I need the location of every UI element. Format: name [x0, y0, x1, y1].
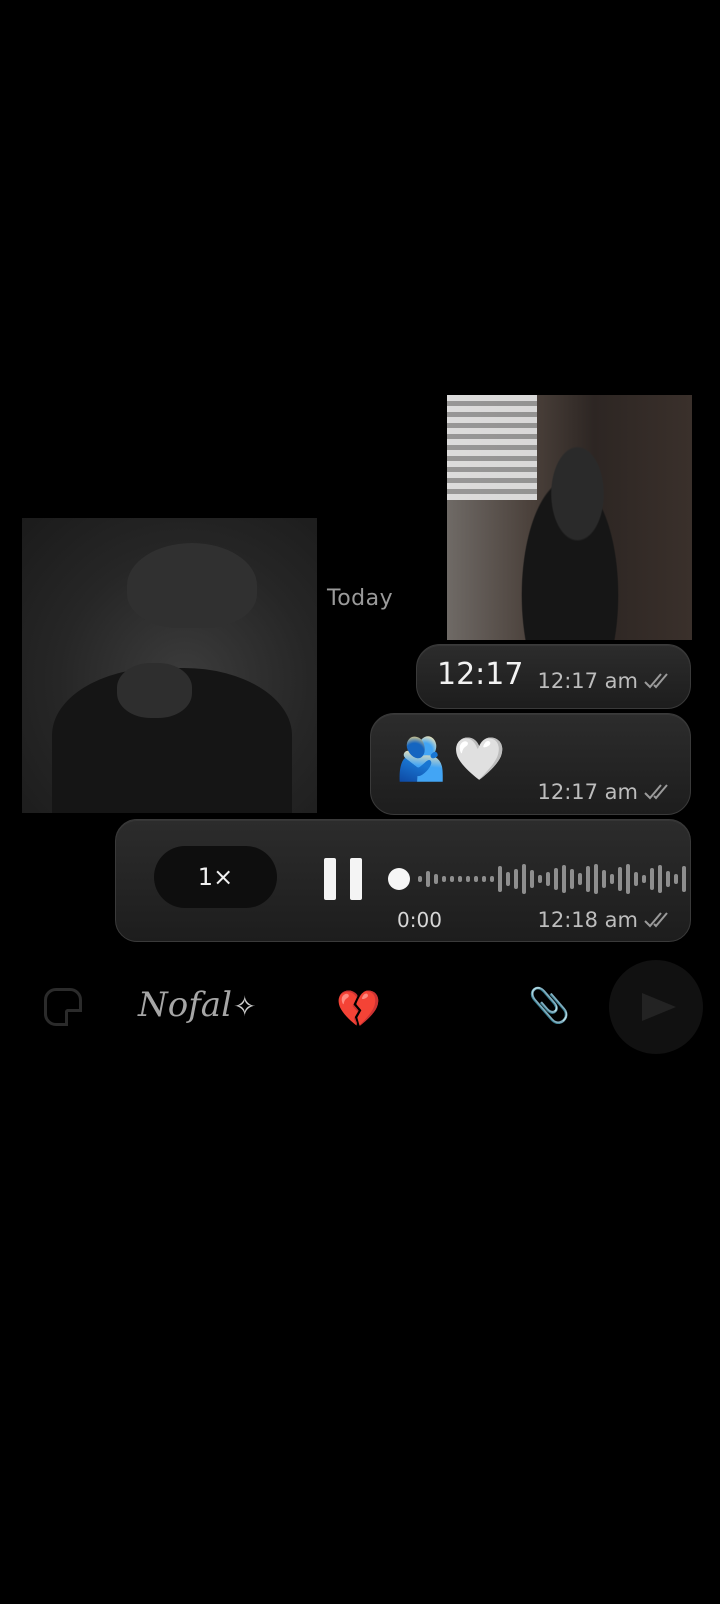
waveform-bar [506, 872, 510, 886]
waveform-bar [666, 871, 670, 887]
waveform-bar [554, 868, 558, 890]
double-check-icon [644, 672, 672, 690]
waveform-bar [626, 864, 630, 894]
input-text[interactable]: Nofal [138, 985, 232, 1025]
waveform-bar [610, 874, 614, 884]
waveform-bar [434, 874, 438, 884]
waveform-bar [578, 873, 582, 885]
waveform-bar [474, 876, 478, 882]
voice-message-bubble[interactable]: 1× 0:00 12:18 am [115, 819, 691, 942]
voice-elapsed-time: 0:00 [397, 908, 442, 932]
waveform-bar [642, 875, 646, 883]
waveform-bar [546, 872, 550, 886]
waveform-bar [602, 870, 606, 888]
waveform-bar [482, 876, 486, 882]
message-text: 12:17 [437, 657, 524, 692]
waveform-bar [458, 876, 462, 882]
waveform-bar [650, 868, 654, 890]
waveform-bar [538, 875, 542, 883]
send-button[interactable] [609, 960, 703, 1054]
waveform-bar [674, 874, 678, 884]
image-message-right[interactable] [447, 395, 692, 640]
waveform-bar [466, 876, 470, 882]
waveform-bar [450, 876, 454, 882]
send-icon [642, 993, 676, 1021]
waveform-bar [586, 866, 590, 892]
message-meta: 12:17 am [537, 780, 672, 804]
date-separator: Today [327, 586, 394, 611]
photo-figure-hand [117, 663, 192, 718]
text-message-bubble[interactable]: 12:17 12:17 am [416, 644, 691, 709]
chat-screen: Today 12:17 12:17 am 🫂🤍 12:17 am 1× 0:00… [0, 0, 720, 1604]
photo-figure [495, 415, 645, 640]
playback-speed-button[interactable]: 1× [154, 846, 277, 908]
message-time: 12:17 am [537, 780, 638, 804]
waveform-bar [570, 869, 574, 889]
waveform-bar [522, 864, 526, 894]
waveform-bar [426, 871, 430, 887]
waveform-bar [634, 872, 638, 886]
sticker-icon[interactable] [44, 988, 82, 1026]
message-meta: 12:17 am [537, 669, 672, 693]
photo-figure-hat [127, 543, 257, 628]
message-emojis: 🫂🤍 [395, 734, 512, 783]
message-meta: 12:18 am [537, 908, 672, 932]
waveform-scrubber[interactable] [388, 858, 686, 900]
waveform-bar [618, 867, 622, 891]
waveform-bar [498, 866, 502, 892]
scrubber-handle[interactable] [388, 868, 410, 890]
waveform-bar [594, 864, 598, 894]
waveform-bar [530, 870, 534, 888]
emoji-message-bubble[interactable]: 🫂🤍 12:17 am [370, 713, 691, 815]
waveform-bar [418, 876, 422, 882]
paperclip-icon[interactable]: 📎 [528, 986, 570, 1026]
waveform-bar [658, 865, 662, 893]
sparkle-icon: ✧ [233, 990, 257, 1023]
waveform-bar [682, 866, 686, 892]
waveform-bar [562, 865, 566, 893]
pause-icon[interactable] [324, 858, 362, 900]
message-time: 12:17 am [537, 669, 638, 693]
broken-heart-icon: 💔 [336, 989, 381, 1030]
double-check-icon [644, 783, 672, 801]
message-time: 12:18 am [537, 908, 638, 932]
waveform-bar [514, 869, 518, 889]
double-check-icon [644, 911, 672, 929]
waveform-bar [442, 876, 446, 882]
waveform-bar [490, 876, 494, 882]
image-message-left[interactable] [22, 518, 317, 813]
